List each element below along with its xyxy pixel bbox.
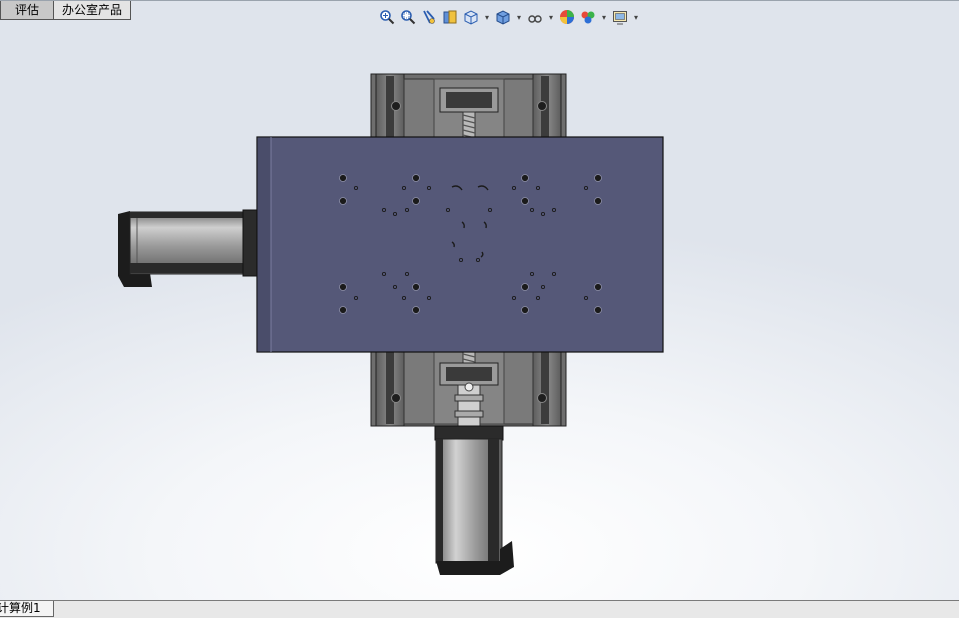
zoom-to-fit-icon[interactable]: [378, 8, 396, 26]
tab-office-products[interactable]: 办公室产品: [53, 1, 132, 20]
bottom-stepper-motor: [434, 425, 514, 575]
edit-appearance-icon[interactable]: [558, 8, 576, 26]
heads-up-view-toolbar: ▾ ▾ ▾ ▾ ▾: [378, 5, 640, 29]
graphics-area[interactable]: 评估 办公室产品 ▾ ▾ ▾ ▾ ▾: [0, 0, 959, 601]
slide-table-plate: [256, 136, 664, 353]
view-settings-icon[interactable]: [611, 8, 629, 26]
command-tabs: 评估 办公室产品: [0, 1, 132, 21]
hide-show-items-icon[interactable]: [526, 8, 544, 26]
view-orientation-icon[interactable]: [462, 8, 480, 26]
sheet-tab-bar: 计算例1: [0, 600, 959, 618]
previous-view-icon[interactable]: [420, 8, 438, 26]
apply-scene-icon[interactable]: [579, 8, 597, 26]
apply-scene-dropdown-icon[interactable]: ▾: [600, 8, 608, 26]
sheet-tab-model[interactable]: 计算例1: [0, 601, 54, 617]
section-view-icon[interactable]: [441, 8, 459, 26]
view-settings-dropdown-icon[interactable]: ▾: [632, 8, 640, 26]
display-style-icon[interactable]: [494, 8, 512, 26]
view-orientation-dropdown-icon[interactable]: ▾: [483, 8, 491, 26]
cad-model[interactable]: [0, 1, 959, 601]
hide-show-dropdown-icon[interactable]: ▾: [547, 8, 555, 26]
zoom-to-area-icon[interactable]: [399, 8, 417, 26]
left-stepper-motor: [118, 209, 258, 287]
display-style-dropdown-icon[interactable]: ▾: [515, 8, 523, 26]
tab-evaluate[interactable]: 评估: [0, 1, 55, 20]
